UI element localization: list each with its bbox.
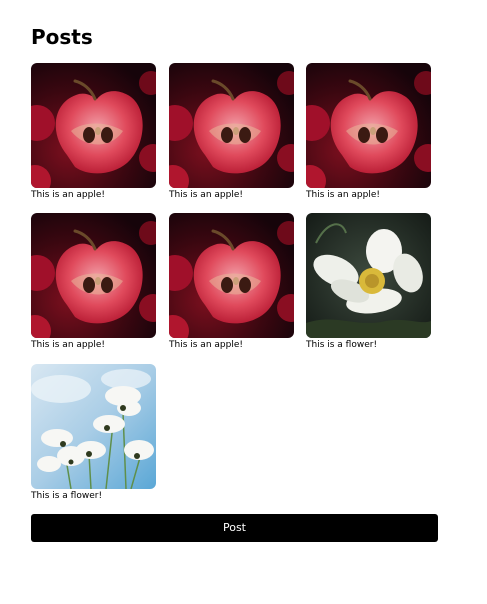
- post-caption: This is an apple!: [31, 190, 105, 200]
- post-caption: This is a flower!: [31, 491, 103, 501]
- post-card[interactable]: This is a flower!: [306, 213, 431, 352]
- apple-image: [31, 213, 156, 338]
- white-flower-dark-image: [306, 213, 431, 338]
- posts-page: Posts This is an apple! This is an apple…: [0, 0, 487, 604]
- apple-image: [306, 63, 431, 188]
- post-card[interactable]: This is an apple!: [169, 213, 294, 352]
- apple-image: [169, 63, 294, 188]
- post-card[interactable]: This is an apple!: [169, 63, 294, 202]
- post-card[interactable]: This is an apple!: [31, 213, 156, 352]
- post-button[interactable]: Post: [31, 514, 438, 542]
- post-caption: This is an apple!: [169, 190, 243, 200]
- post-caption: This is an apple!: [31, 340, 105, 350]
- page-title: Posts: [31, 25, 93, 49]
- post-card[interactable]: This is an apple!: [306, 63, 431, 202]
- apple-image: [31, 63, 156, 188]
- white-flowers-sky-image: [31, 364, 156, 489]
- apple-image: [169, 213, 294, 338]
- post-card[interactable]: This is a flower!: [31, 364, 156, 503]
- post-caption: This is an apple!: [306, 190, 380, 200]
- post-card[interactable]: This is an apple!: [31, 63, 156, 202]
- post-caption: This is an apple!: [169, 340, 243, 350]
- post-caption: This is a flower!: [306, 340, 378, 350]
